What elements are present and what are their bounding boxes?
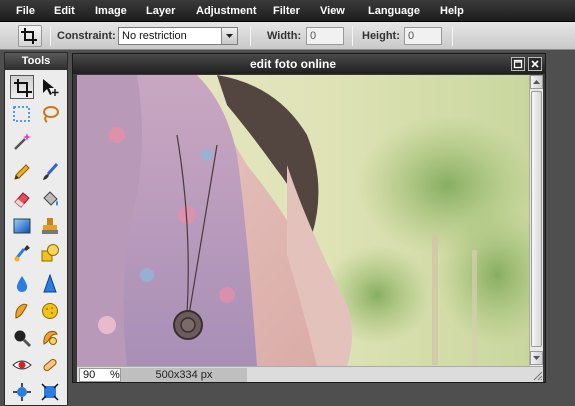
menu-bar: File Edit Image Layer Adjustment Filter …	[0, 0, 575, 22]
tool-bloat[interactable]	[10, 380, 34, 404]
zoom-field[interactable]: 90 %	[79, 368, 121, 382]
constraint-select[interactable]: No restriction	[118, 27, 238, 45]
constraint-label: Constraint:	[57, 30, 116, 42]
tool-brush[interactable]	[38, 160, 62, 184]
spot-heal-icon	[43, 358, 57, 372]
arrow-up-icon	[533, 80, 540, 84]
tool-sharpen[interactable]	[38, 272, 62, 296]
eraser-icon	[14, 192, 30, 208]
pinch-icon	[41, 383, 59, 401]
tool-red-eye[interactable]	[10, 353, 34, 377]
sharpen-icon	[43, 274, 57, 293]
document-title: edit foto online	[250, 57, 336, 71]
tool-sponge[interactable]	[38, 299, 62, 323]
color-replace-icon	[14, 245, 30, 262]
close-button[interactable]	[528, 57, 542, 71]
menu-filter[interactable]: Filter	[273, 0, 300, 22]
maximize-button[interactable]	[511, 57, 525, 71]
burn-icon	[43, 330, 58, 345]
zoom-value: 90	[83, 369, 96, 381]
brush-icon	[43, 162, 59, 180]
tool-clone-stamp[interactable]	[38, 214, 62, 238]
smudge-icon	[15, 303, 28, 319]
tool-color-replace[interactable]	[10, 241, 34, 265]
vertical-scrollbar[interactable]	[529, 75, 543, 366]
magic-wand-icon	[14, 133, 31, 150]
bloat-icon	[13, 383, 31, 401]
gradient-icon	[13, 218, 31, 234]
menu-adjustment[interactable]: Adjustment	[196, 0, 257, 22]
document-titlebar[interactable]: edit foto online	[73, 54, 545, 74]
dodge-icon	[14, 330, 32, 348]
tool-marquee-select[interactable]	[10, 102, 34, 126]
crop-icon	[14, 79, 32, 97]
marquee-select-icon	[13, 106, 30, 122]
document-window: edit foto online 90 % 500x334 px	[72, 53, 546, 383]
tool-drawing-shapes[interactable]	[38, 241, 62, 265]
arrow-down-icon	[533, 356, 540, 360]
red-eye-icon	[12, 360, 32, 370]
close-icon	[531, 60, 539, 68]
tool-pencil[interactable]	[10, 160, 34, 184]
current-tool-button[interactable]	[18, 25, 42, 47]
tool-lasso[interactable]	[38, 102, 62, 126]
tool-dodge[interactable]	[10, 326, 34, 350]
width-field[interactable]	[306, 27, 344, 45]
clone-stamp-icon	[42, 218, 58, 234]
constraint-value: No restriction	[122, 30, 187, 42]
tool-spot-heal[interactable]	[38, 353, 62, 377]
menu-layer[interactable]: Layer	[146, 0, 175, 22]
tool-crop[interactable]	[10, 75, 34, 99]
scroll-down-button[interactable]	[530, 351, 543, 365]
height-label: Height:	[362, 30, 400, 42]
width-label: Width:	[267, 30, 302, 42]
image-size-label: 500x334 px	[121, 368, 247, 382]
tool-pinch[interactable]	[38, 380, 62, 404]
tools-panel: Tools	[4, 52, 68, 406]
status-bar: 90 % 500x334 px	[77, 366, 543, 382]
options-toolbar: Constraint: No restriction Width: Height…	[0, 22, 575, 50]
toolbar-divider	[352, 26, 353, 46]
scroll-up-button[interactable]	[530, 75, 543, 89]
tool-move[interactable]	[38, 75, 62, 99]
tool-smudge[interactable]	[10, 299, 34, 323]
tool-paint-bucket[interactable]	[38, 187, 62, 211]
paint-bucket-icon	[43, 191, 58, 206]
tool-gradient[interactable]	[10, 214, 34, 238]
blur-icon	[16, 276, 28, 292]
resize-grip[interactable]	[531, 369, 543, 381]
toolbar-divider	[452, 26, 453, 46]
image-canvas[interactable]	[77, 75, 529, 366]
height-field[interactable]	[404, 27, 442, 45]
sponge-icon	[42, 303, 58, 319]
toolbar-divider	[50, 26, 51, 46]
menu-language[interactable]: Language	[368, 0, 420, 22]
maximize-icon	[513, 59, 523, 69]
menu-help[interactable]: Help	[440, 0, 464, 22]
tool-magic-wand[interactable]	[10, 129, 34, 153]
move-icon	[43, 79, 59, 96]
crop-icon	[21, 28, 37, 44]
tools-panel-title: Tools	[5, 53, 67, 70]
lasso-icon	[43, 106, 59, 123]
pencil-icon	[14, 164, 30, 180]
menu-edit[interactable]: Edit	[54, 0, 75, 22]
menu-view[interactable]: View	[320, 0, 345, 22]
resize-grip-icon	[533, 371, 543, 381]
menu-file[interactable]: File	[16, 0, 35, 22]
zoom-unit: %	[110, 369, 120, 381]
photo-image	[77, 75, 529, 366]
tool-burn[interactable]	[38, 326, 62, 350]
toolbar-divider	[250, 26, 251, 46]
drawing-shapes-icon	[41, 244, 59, 262]
menu-image[interactable]: Image	[95, 0, 127, 22]
tool-blur[interactable]	[10, 272, 34, 296]
chevron-down-icon	[221, 28, 237, 44]
scrollbar-thumb[interactable]	[531, 91, 542, 347]
tool-eraser[interactable]	[10, 187, 34, 211]
